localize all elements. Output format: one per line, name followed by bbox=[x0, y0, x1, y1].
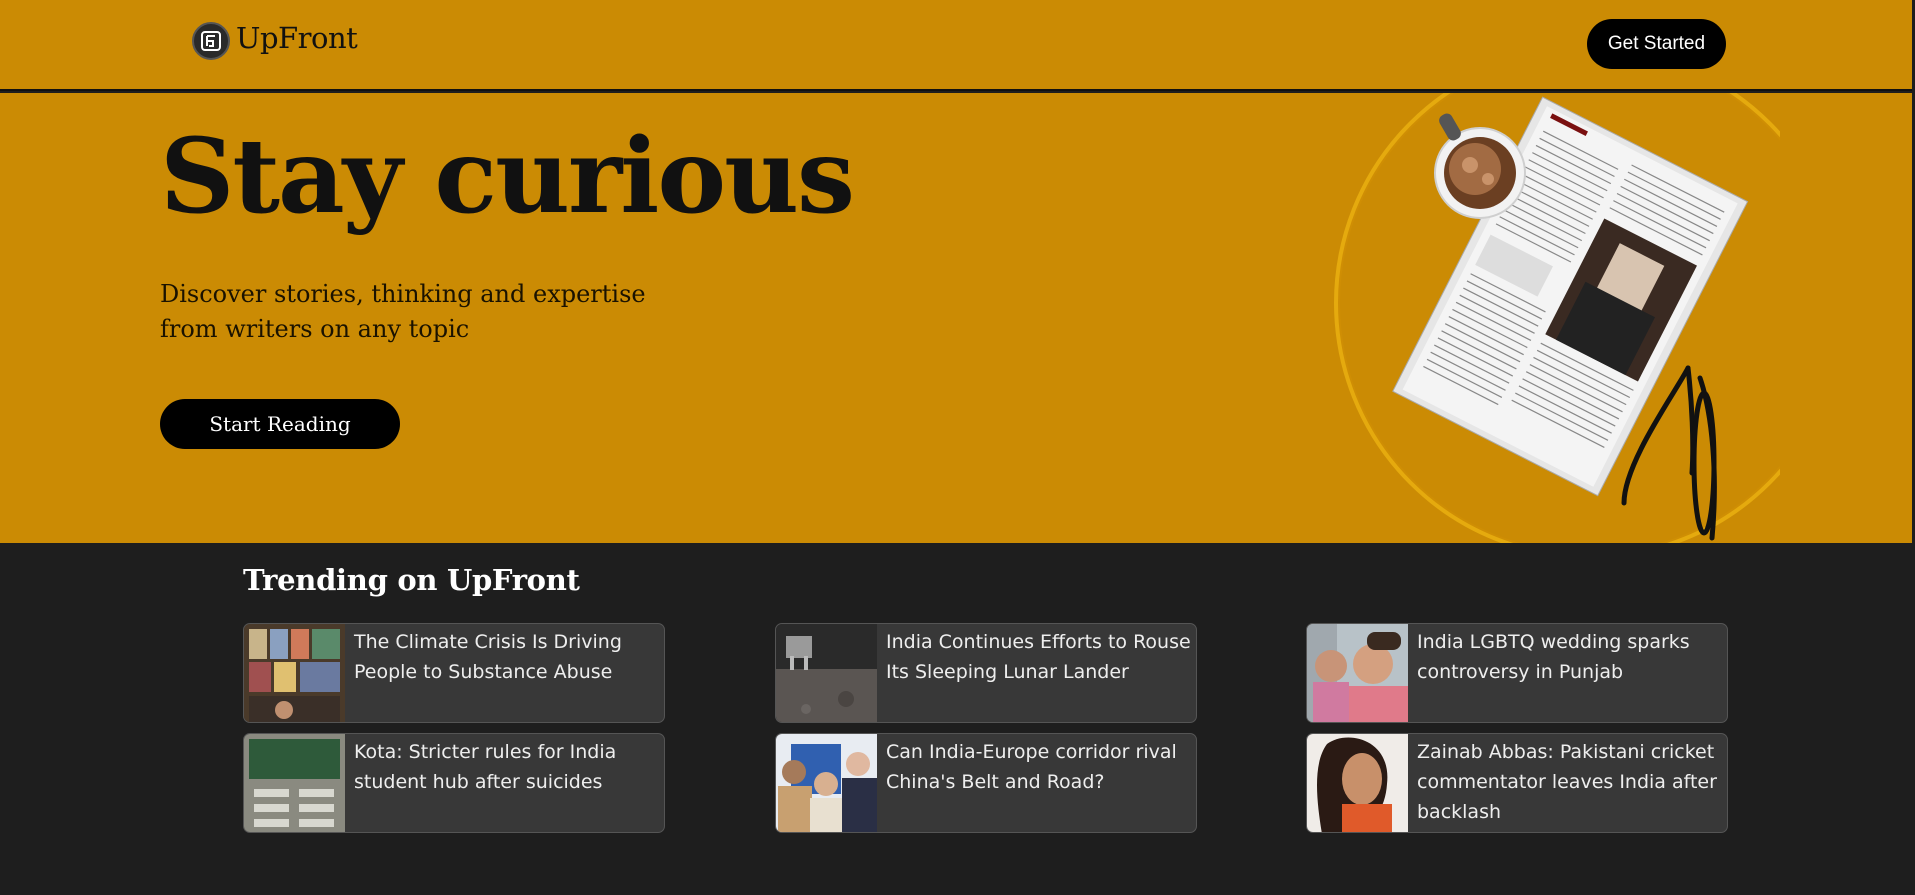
classroom-photo bbox=[244, 734, 345, 832]
top-navigation-bar: UpFront Get Started bbox=[0, 0, 1912, 91]
get-started-button[interactable]: Get Started bbox=[1587, 19, 1726, 69]
brand-logo-link[interactable]: UpFront bbox=[192, 21, 358, 60]
leaders-handshake-photo bbox=[776, 734, 877, 832]
start-reading-button[interactable]: Start Reading bbox=[160, 399, 400, 449]
trending-article-card[interactable]: India LGBTQ wedding sparks controversy i… bbox=[1306, 623, 1728, 723]
market-stall-photo bbox=[244, 624, 345, 722]
upfront-logo-icon bbox=[192, 22, 230, 60]
trending-article-card[interactable]: The Climate Crisis Is Driving People to … bbox=[243, 623, 665, 723]
hero-subtitle: Discover stories, thinking and expertise… bbox=[160, 280, 646, 343]
article-headline: India Continues Efforts to Rouse Its Sle… bbox=[886, 631, 1191, 683]
article-headline: Zainab Abbas: Pakistani cricket commenta… bbox=[1417, 741, 1717, 823]
trending-article-card[interactable]: Can India-Europe corridor rival China's … bbox=[775, 733, 1197, 833]
article-headline: The Climate Crisis Is Driving People to … bbox=[354, 631, 622, 683]
brand-name: UpFront bbox=[236, 21, 358, 55]
trending-article-card[interactable]: Zainab Abbas: Pakistani cricket commenta… bbox=[1306, 733, 1728, 833]
article-headline: India LGBTQ wedding sparks controversy i… bbox=[1417, 631, 1690, 683]
trending-article-card[interactable]: India Continues Efforts to Rouse Its Sle… bbox=[775, 623, 1197, 723]
hero-title: Stay curious bbox=[160, 116, 855, 237]
lunar-surface-photo bbox=[776, 624, 877, 722]
trending-article-card[interactable]: Kota: Stricter rules for India student h… bbox=[243, 733, 665, 833]
trending-section-title: Trending on UpFront bbox=[243, 563, 580, 597]
newspaper-coffee-glasses-illustration bbox=[1334, 93, 1780, 543]
article-headline: Kota: Stricter rules for India student h… bbox=[354, 741, 617, 793]
hero-section: Stay curious Discover stories, thinking … bbox=[0, 93, 1912, 543]
article-headline: Can India-Europe corridor rival China's … bbox=[886, 741, 1177, 793]
portrait-photo bbox=[1307, 734, 1408, 832]
couple-photo bbox=[1307, 624, 1408, 722]
